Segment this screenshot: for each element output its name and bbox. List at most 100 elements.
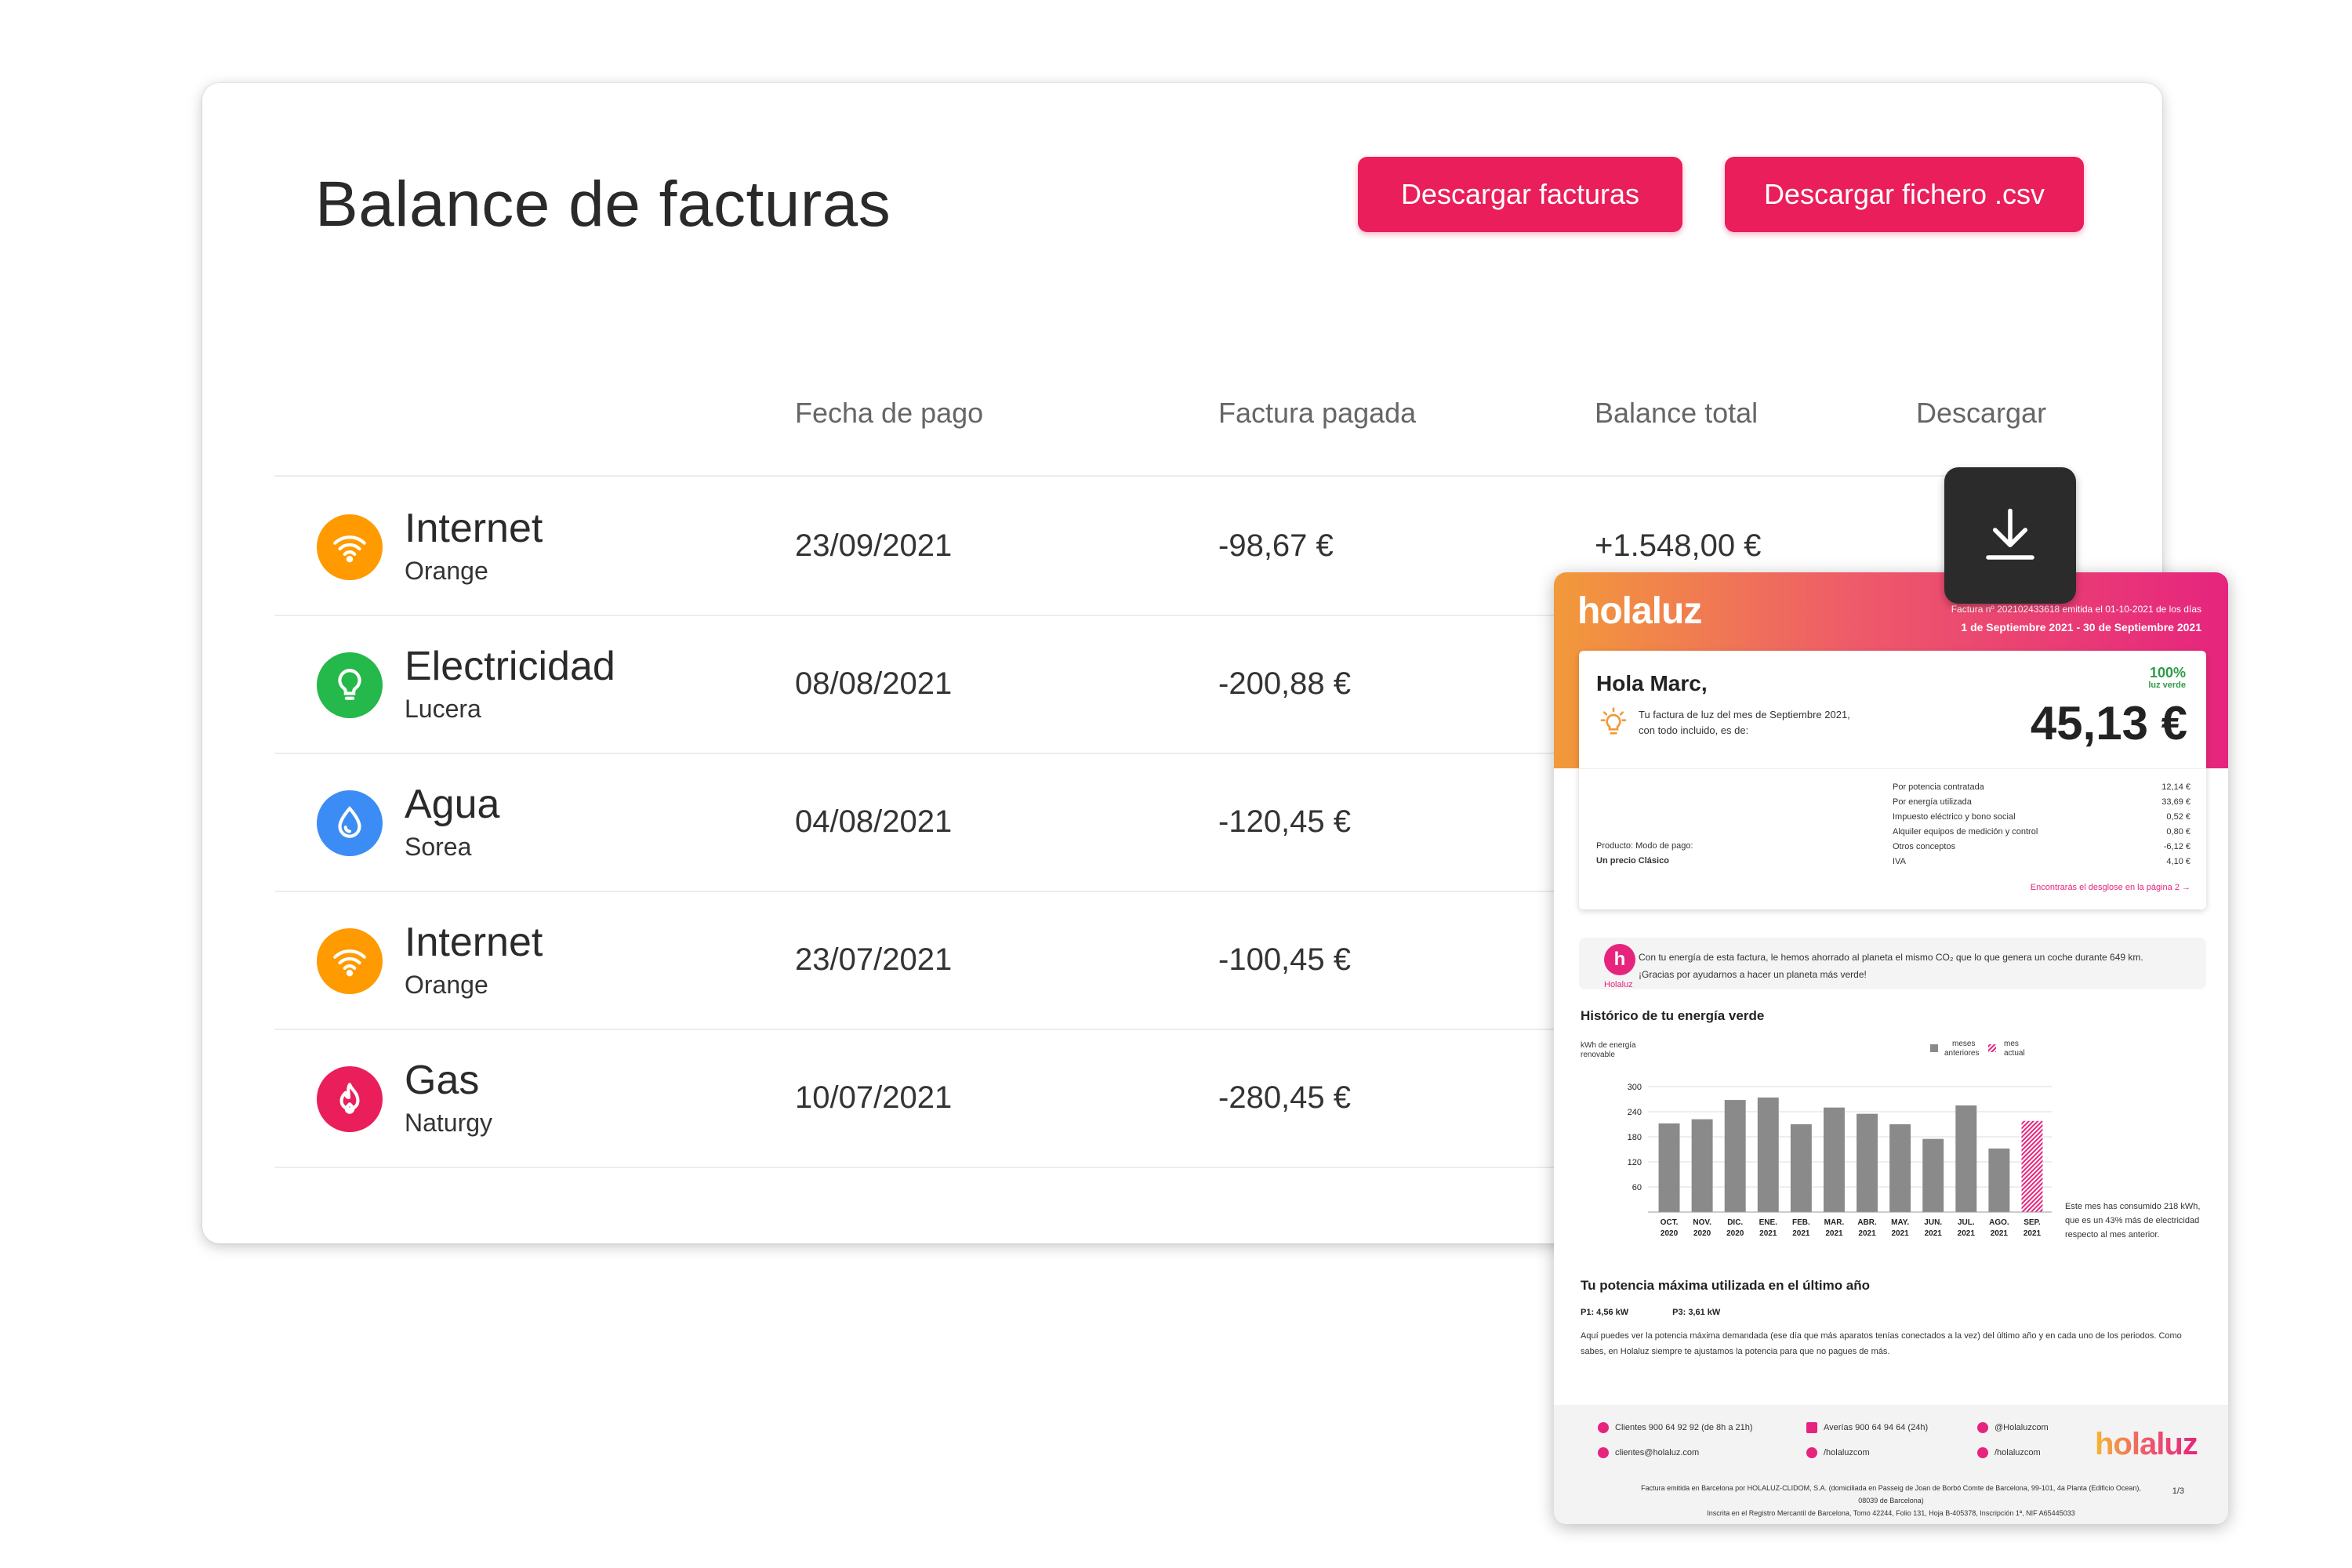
service-name: Internet (405, 920, 543, 965)
x-tick-label: 2020 (1693, 1229, 1711, 1238)
divider (1579, 768, 2206, 769)
p1-value: P1: 4,56 kW (1581, 1308, 1629, 1317)
power-text: Aquí puedes ver la potencia máxima deman… (1581, 1331, 2182, 1356)
phone-icon (1598, 1422, 1609, 1433)
breakdown-link[interactable]: Encontrarás el desglose en la página 2 → (2031, 883, 2190, 892)
legal-text: Factura emitida en Barcelona por HOLALUZ… (1632, 1482, 2150, 1519)
x-tick-label: OCT. (1661, 1218, 1679, 1227)
y-tick-label: 60 (1632, 1183, 1642, 1192)
x-tick-label: MAR. (1824, 1218, 1845, 1227)
page-title: Balance de facturas (315, 169, 891, 240)
wifi-icon (317, 928, 383, 994)
x-tick-label: 2021 (1759, 1229, 1777, 1238)
holaluz-logo: holaluz (1577, 590, 1702, 632)
x-tick-label: 2021 (1925, 1229, 1943, 1238)
lightbulb-icon (1600, 707, 1627, 735)
wifi-icon (317, 514, 383, 580)
bar (1889, 1124, 1911, 1212)
payment-date: 23/07/2021 (795, 942, 953, 977)
bar (1757, 1097, 1779, 1212)
history-title: Histórico de tu energía verde (1581, 1008, 1765, 1023)
service-name: Internet (405, 506, 543, 551)
x-tick-label: JUN. (1924, 1218, 1942, 1227)
x-tick-label: 2021 (1991, 1229, 2009, 1238)
phone-icon (1806, 1422, 1817, 1433)
y-axis-label: kWh de energía (1581, 1041, 1636, 1050)
legal-line: Factura emitida en Barcelona por HOLALUZ… (1641, 1484, 2141, 1504)
instagram-link: /holaluzcom (1806, 1447, 1870, 1458)
x-tick-label: SEP. (2024, 1218, 2041, 1227)
header-factura: Factura pagada (1218, 397, 1417, 429)
power-values: P1: 4,56 kW P3: 3,61 kW (1581, 1308, 1764, 1317)
legend-label: actual (2004, 1049, 2025, 1058)
legend-label: mes (2004, 1040, 2019, 1048)
green-label: luz verde (2148, 681, 2186, 690)
email-icon (1598, 1447, 1609, 1458)
consumption-note: Este mes has consumido 218 kWh, que es u… (2065, 1202, 2201, 1240)
p3-value: P3: 3,61 kW (1672, 1308, 1721, 1317)
paid-amount: -100,45 € (1218, 942, 1352, 977)
download-invoices-button[interactable]: Descargar facturas (1358, 157, 1682, 232)
holaluz-h-icon: h (1604, 944, 1635, 975)
bar (1922, 1138, 1944, 1212)
provider-name: Orange (405, 971, 488, 999)
x-tick-label: DIC. (1727, 1218, 1743, 1227)
total-balance: +1.548,00 € (1595, 528, 1762, 563)
page-number: 1/3 (2172, 1486, 2184, 1496)
provider-name: Naturgy (405, 1109, 493, 1137)
legend-label: anteriores (1944, 1049, 1979, 1058)
power-title: Tu potencia máxima utilizada en el últim… (1581, 1278, 1871, 1293)
y-tick-label: 300 (1628, 1083, 1642, 1092)
legend-swatch-current (1988, 1044, 1996, 1052)
x-tick-label: 2020 (1726, 1229, 1744, 1238)
y-tick-label: 180 (1628, 1133, 1642, 1142)
invoice-summary: Hola Marc, 100% luz verde Tu factura de … (1579, 651, 2206, 909)
energy-history-chart: kWh de energíarenovable 60 120 180 240 300 mes… (1581, 1040, 2052, 1238)
payment-date: 23/09/2021 (795, 528, 953, 563)
x-tick-label: 2021 (2024, 1229, 2042, 1238)
x-tick-label: ABR. (1857, 1218, 1877, 1227)
y-axis-label: renovable (1581, 1051, 1615, 1059)
green-pct: 100% (2149, 665, 2186, 681)
phone-clientes: Clientes 900 64 92 92 (de 8h a 21h) (1598, 1422, 1753, 1433)
provider-name: Lucera (405, 695, 481, 723)
invoice-footer: Clientes 900 64 92 92 (de 8h a 21h) Aver… (1554, 1405, 2228, 1524)
product-info: Producto: Modo de pago: Un precio Clásic… (1596, 839, 1693, 869)
header-balance: Balance total (1595, 397, 1759, 429)
instagram-icon (1806, 1447, 1817, 1458)
x-tick-label: 2021 (1825, 1229, 1843, 1238)
greeting: Hola Marc, (1596, 671, 1708, 695)
bar (1724, 1100, 1746, 1212)
bar (1857, 1113, 1878, 1212)
water-drop-icon (317, 790, 383, 856)
service-name: Electricidad (405, 644, 615, 689)
invoice-preview[interactable]: holaluz Factura nº 202102433618 emitida … (1554, 572, 2228, 1524)
download-button[interactable] (1944, 467, 2076, 604)
legal-line: Inscrita en el Registro Mercantil de Bar… (1707, 1509, 2075, 1517)
product-labels: Producto: Modo de pago: (1596, 841, 1693, 851)
y-tick-label: 240 (1628, 1108, 1642, 1117)
bar-current (2021, 1120, 2043, 1212)
paid-amount: -280,45 € (1218, 1080, 1352, 1115)
y-tick-label: 120 (1628, 1158, 1642, 1167)
co2-banner: h Holaluz Con tu energía de esta factura… (1579, 938, 2206, 989)
twitter-link: @Holaluzcom (1977, 1422, 2049, 1433)
legend-label: meses (1952, 1040, 1975, 1048)
facebook-icon (1977, 1447, 1988, 1458)
phone-averias: Averías 900 64 94 64 (24h) (1806, 1422, 1928, 1433)
provider-name: Orange (405, 557, 488, 585)
x-tick-label: 2021 (1858, 1229, 1876, 1238)
invoice-meta: Factura nº 202102433618 emitida el 01-10… (1951, 604, 2201, 615)
flame-icon (317, 1066, 383, 1132)
email-link: clientes@holaluz.com (1598, 1447, 1699, 1458)
cost-breakdown: Por potencia contratada 12,14 € Por energ… (1893, 782, 2190, 866)
x-tick-label: 2020 (1661, 1229, 1679, 1238)
product-values: Un precio Clásico (1596, 856, 1669, 866)
legend-swatch-previous (1930, 1044, 1938, 1052)
bar (1988, 1148, 2010, 1212)
x-tick-label: 2021 (1958, 1229, 1976, 1238)
download-csv-button[interactable]: Descargar fichero .csv (1725, 157, 2084, 232)
facebook-link: /holaluzcom (1977, 1447, 2041, 1458)
service-name: Agua (405, 782, 500, 827)
divider (274, 475, 1999, 477)
